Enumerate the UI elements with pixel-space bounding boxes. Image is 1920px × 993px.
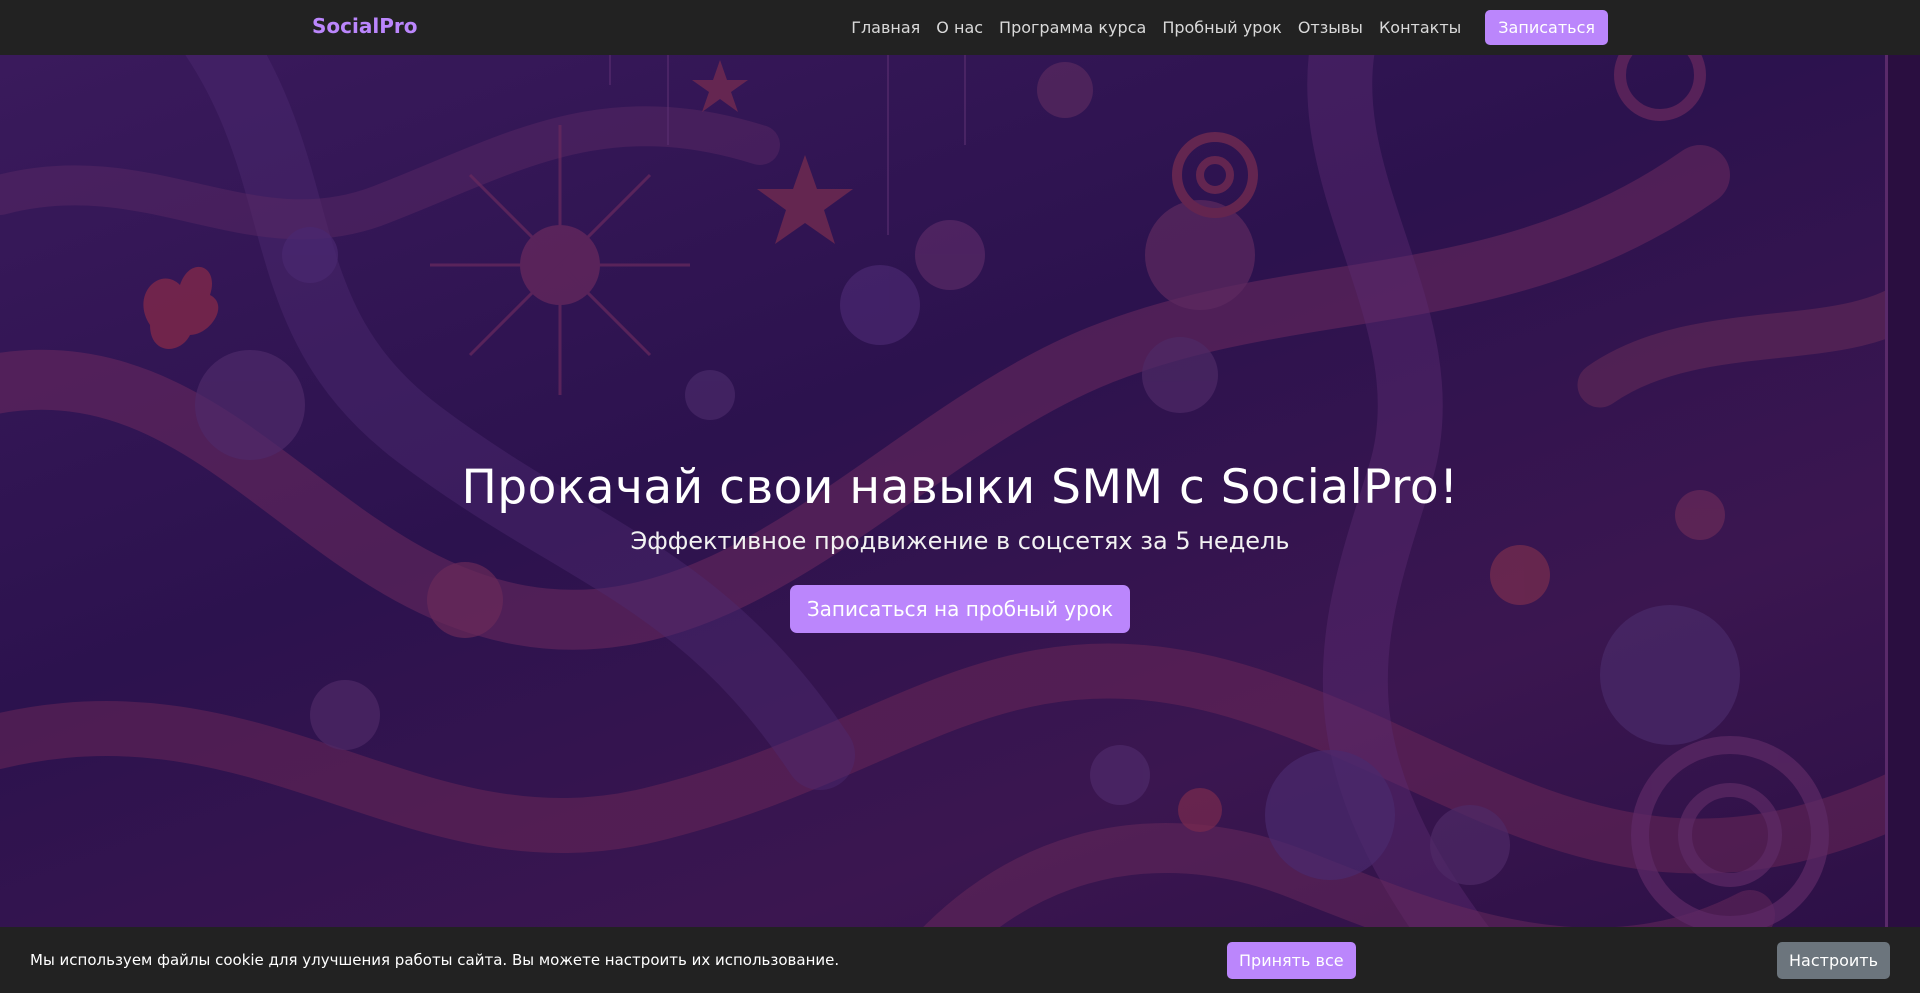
- cookie-text: Мы используем файлы cookie для улучшения…: [30, 951, 840, 969]
- cookie-accept-button[interactable]: Принять все: [1227, 942, 1356, 979]
- navbar: SocialPro Главная О нас Программа курса …: [0, 0, 1920, 55]
- nav-link-home[interactable]: Главная: [851, 18, 920, 37]
- brand-logo[interactable]: SocialPro: [312, 14, 417, 38]
- nav-link-reviews[interactable]: Отзывы: [1298, 18, 1363, 37]
- hero-section: Прокачай свои навыки SMM с SocialPro! Эф…: [0, 55, 1920, 993]
- nav-link-program[interactable]: Программа курса: [999, 18, 1146, 37]
- cookie-settings-button[interactable]: Настроить: [1777, 942, 1891, 979]
- cookie-banner: Мы используем файлы cookie для улучшения…: [0, 927, 1920, 993]
- nav-signup-button[interactable]: Записаться: [1485, 10, 1608, 45]
- nav-link-about[interactable]: О нас: [936, 18, 983, 37]
- nav-link-trial[interactable]: Пробный урок: [1162, 18, 1282, 37]
- hero-title: Прокачай свои навыки SMM с SocialPro!: [461, 460, 1459, 515]
- nav-links: Главная О нас Программа курса Пробный ур…: [851, 0, 1920, 55]
- nav-link-contacts[interactable]: Контакты: [1379, 18, 1461, 37]
- hero-content: Прокачай свои навыки SMM с SocialPro! Эф…: [0, 460, 1920, 633]
- hero-subtitle: Эффективное продвижение в соцсетях за 5 …: [630, 527, 1290, 555]
- hero-trial-signup-button[interactable]: Записаться на пробный урок: [789, 585, 1131, 633]
